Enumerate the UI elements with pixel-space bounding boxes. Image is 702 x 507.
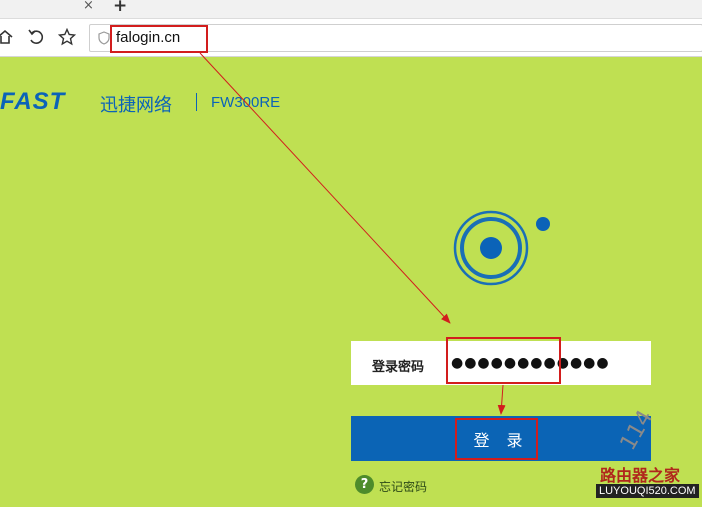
tab-close-icon[interactable]: ×	[83, 0, 94, 13]
new-tab-icon[interactable]: +	[113, 0, 127, 16]
navigation-bar: falogin.cn	[0, 19, 702, 57]
help-icon: ?	[355, 475, 374, 494]
star-icon[interactable]	[57, 27, 77, 46]
arrow-to-login	[497, 384, 506, 415]
router-logo-icon	[453, 210, 550, 286]
watermark-site-url: LUYOUQI520.COM	[596, 484, 699, 498]
password-highlight-box	[446, 337, 561, 384]
brand-divider	[196, 93, 197, 111]
address-highlight-box	[110, 25, 208, 53]
watermark: 路由器之家 LUYOUQI520.COM	[596, 462, 700, 504]
device-model: FW300RE	[211, 94, 281, 111]
login-highlight-box	[455, 418, 538, 460]
tab-bar: × +	[0, 0, 702, 19]
password-label: 登录密码	[372, 360, 425, 375]
home-icon[interactable]	[0, 28, 14, 46]
shield-icon	[98, 30, 110, 45]
back-icon[interactable]	[27, 28, 45, 46]
brand-logo: FAST	[0, 88, 66, 115]
watermark-site-name: 路由器之家	[600, 466, 681, 485]
forgot-password-text[interactable]: 忘记密码	[379, 478, 427, 495]
brand-name: 迅捷网络	[100, 95, 172, 116]
